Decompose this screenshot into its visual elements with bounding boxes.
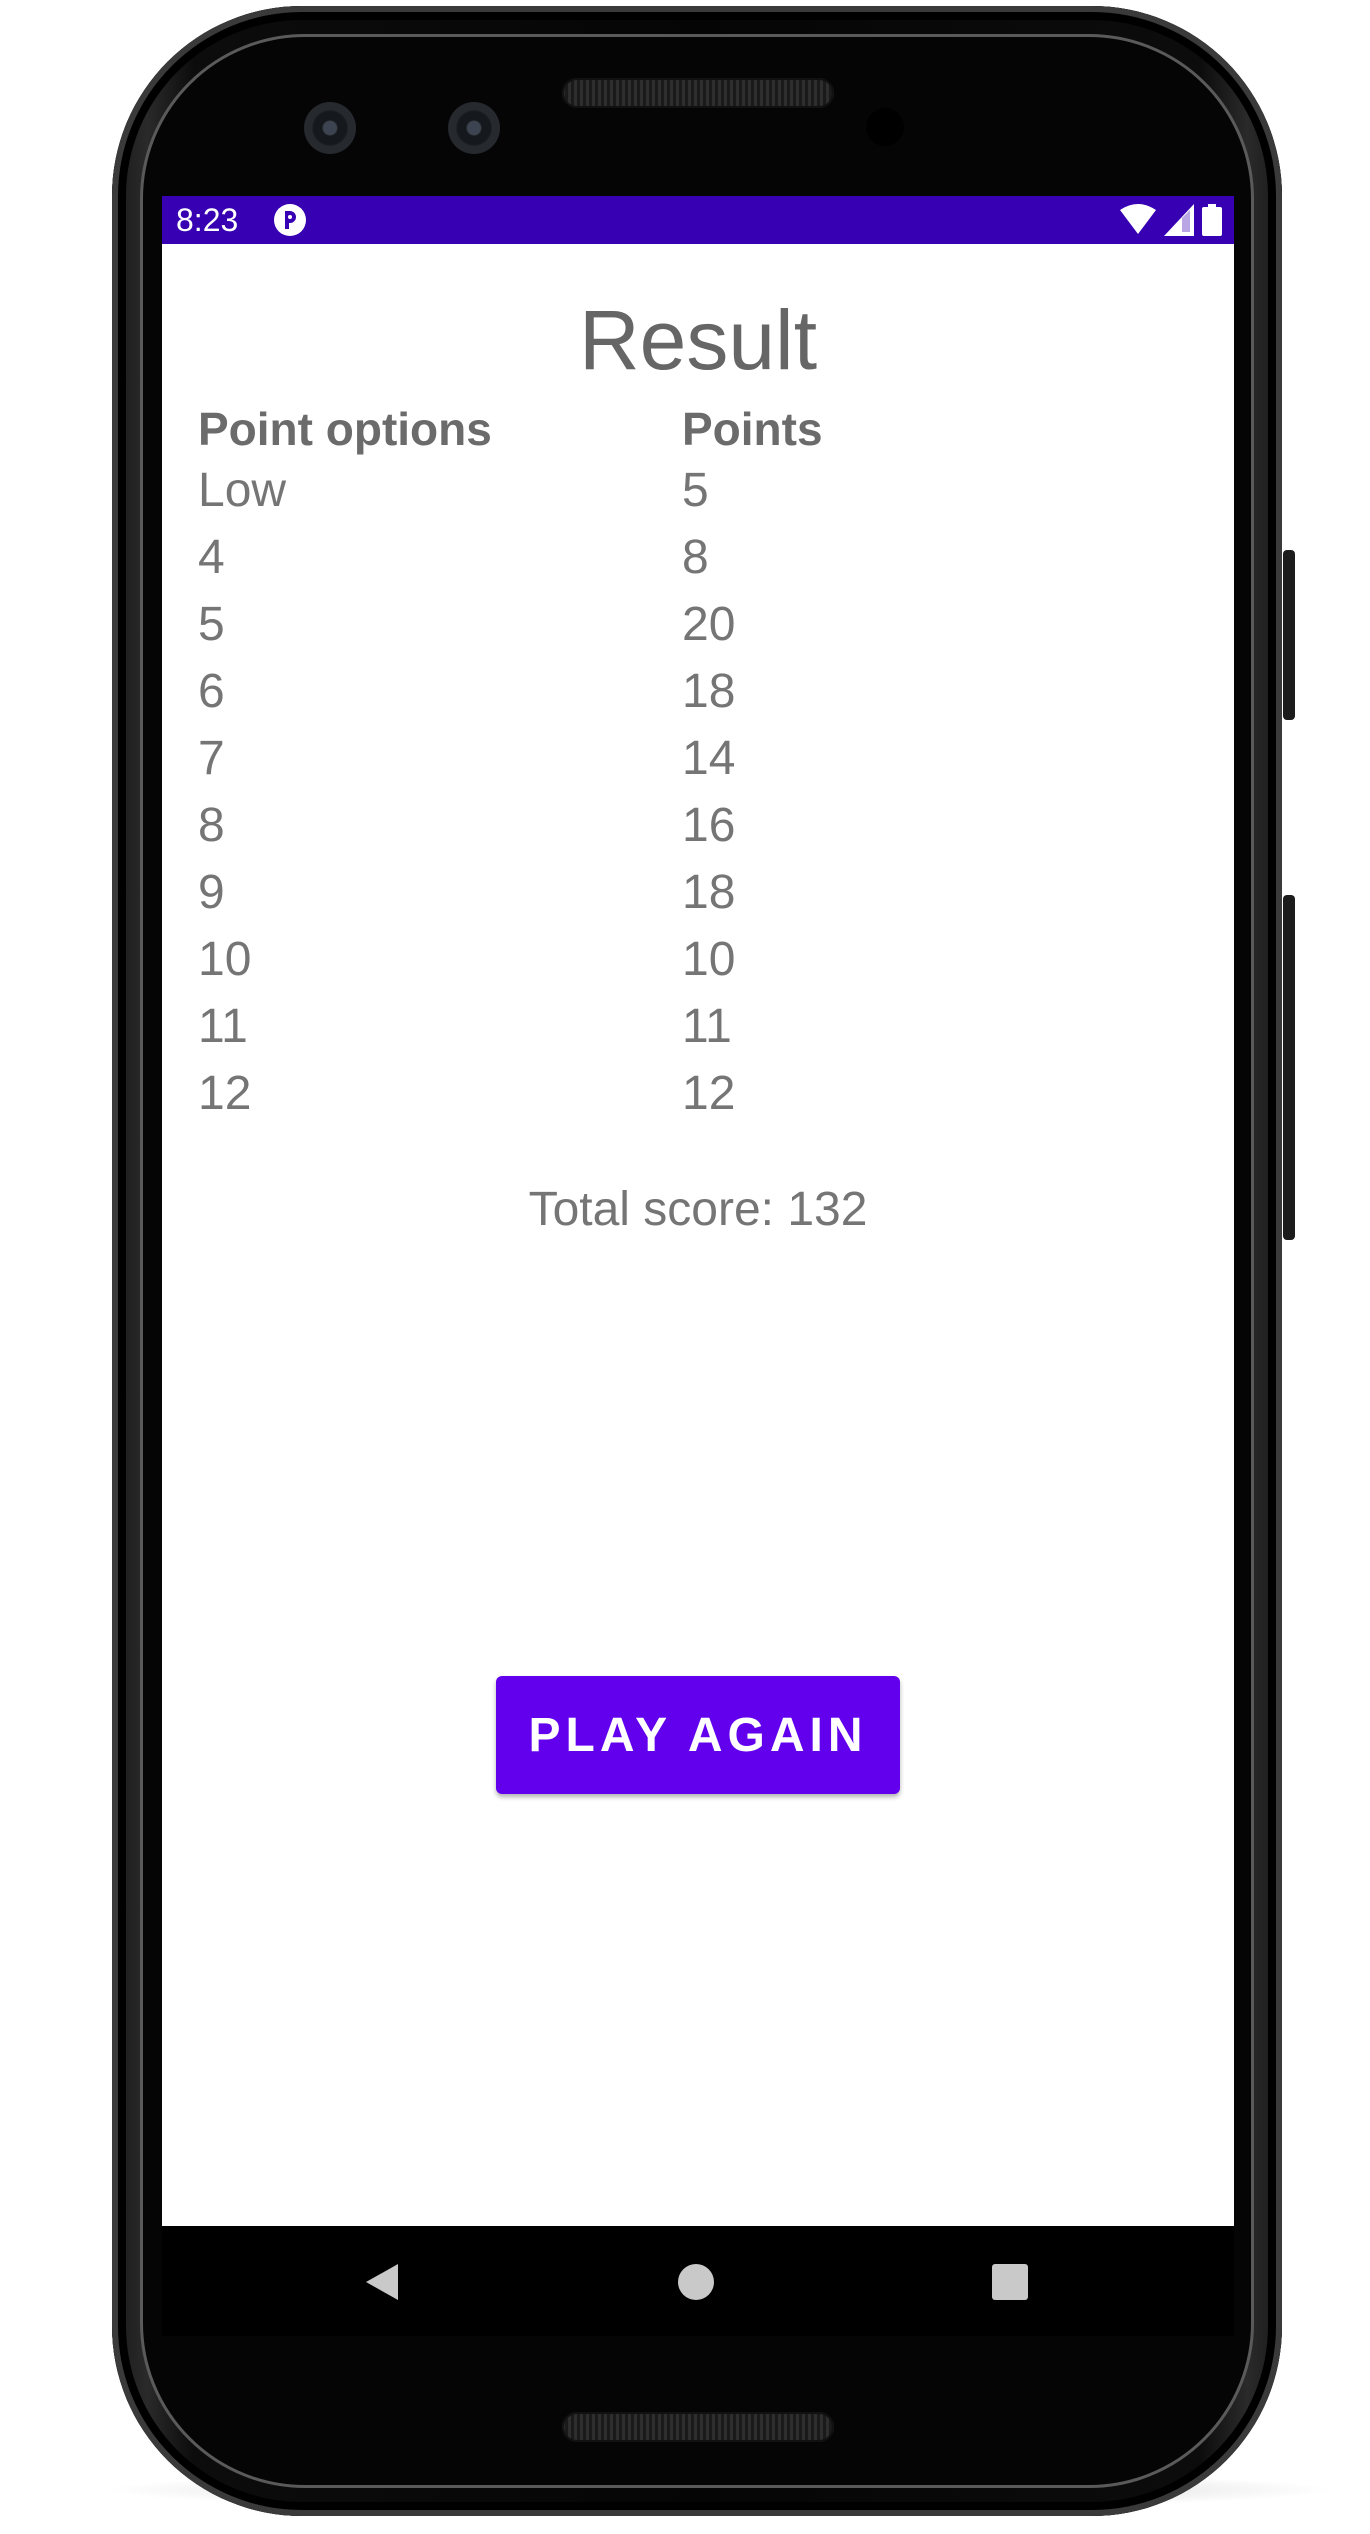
front-camera-icon [448, 102, 500, 154]
proximity-sensor [866, 108, 904, 146]
volume-button [1283, 895, 1295, 1240]
play-again-button[interactable]: PLAY AGAIN [496, 1676, 900, 1794]
points-cell: 12 [682, 1067, 736, 1120]
points-cell: 18 [682, 665, 736, 718]
points-cell: 16 [682, 799, 736, 852]
recents-icon [992, 2264, 1028, 2300]
earpiece-speaker [562, 78, 834, 108]
cellular-signal-icon [1164, 204, 1194, 236]
point-option-cell: 9 [198, 866, 225, 919]
app-screen: 8:23 Result Point options Points Low 5 4… [162, 196, 1234, 2336]
point-option-cell: 11 [198, 1000, 248, 1053]
point-option-cell: 8 [198, 799, 225, 852]
points-cell: 10 [682, 933, 736, 986]
status-bar: 8:23 [162, 196, 1234, 244]
home-button[interactable] [676, 2262, 716, 2302]
points-cell: 14 [682, 732, 736, 785]
point-option-cell: 10 [198, 933, 252, 986]
point-option-cell: 5 [198, 598, 225, 651]
device-stage: 8:23 Result Point options Points Low 5 4… [0, 0, 1370, 2534]
back-icon [366, 2264, 398, 2300]
wifi-icon [1120, 204, 1156, 234]
battery-icon [1202, 204, 1222, 236]
app-notification-icon [274, 204, 306, 236]
home-icon [678, 2264, 714, 2300]
points-cell: 5 [682, 464, 709, 517]
back-button[interactable] [362, 2262, 402, 2302]
power-button [1283, 550, 1295, 720]
column-header-point-options: Point options [198, 403, 492, 455]
recents-button[interactable] [990, 2262, 1030, 2302]
total-score: Total score: 132 [528, 1183, 868, 1236]
point-option-cell: 4 [198, 531, 225, 584]
points-cell: 18 [682, 866, 736, 919]
point-option-cell: 7 [198, 732, 225, 785]
points-cell: 11 [682, 1000, 732, 1053]
front-camera-icon [304, 102, 356, 154]
column-header-points: Points [682, 403, 823, 455]
point-option-cell: Low [198, 464, 287, 517]
status-time: 8:23 [176, 202, 239, 238]
points-cell: 20 [682, 598, 736, 651]
point-option-cell: 12 [198, 1067, 252, 1120]
bottom-speaker [562, 2412, 834, 2442]
status-icons [1120, 202, 1222, 238]
page-title: Result [578, 293, 818, 387]
point-option-cell: 6 [198, 665, 225, 718]
points-cell: 8 [682, 531, 709, 584]
navigation-bar [162, 2226, 1234, 2336]
